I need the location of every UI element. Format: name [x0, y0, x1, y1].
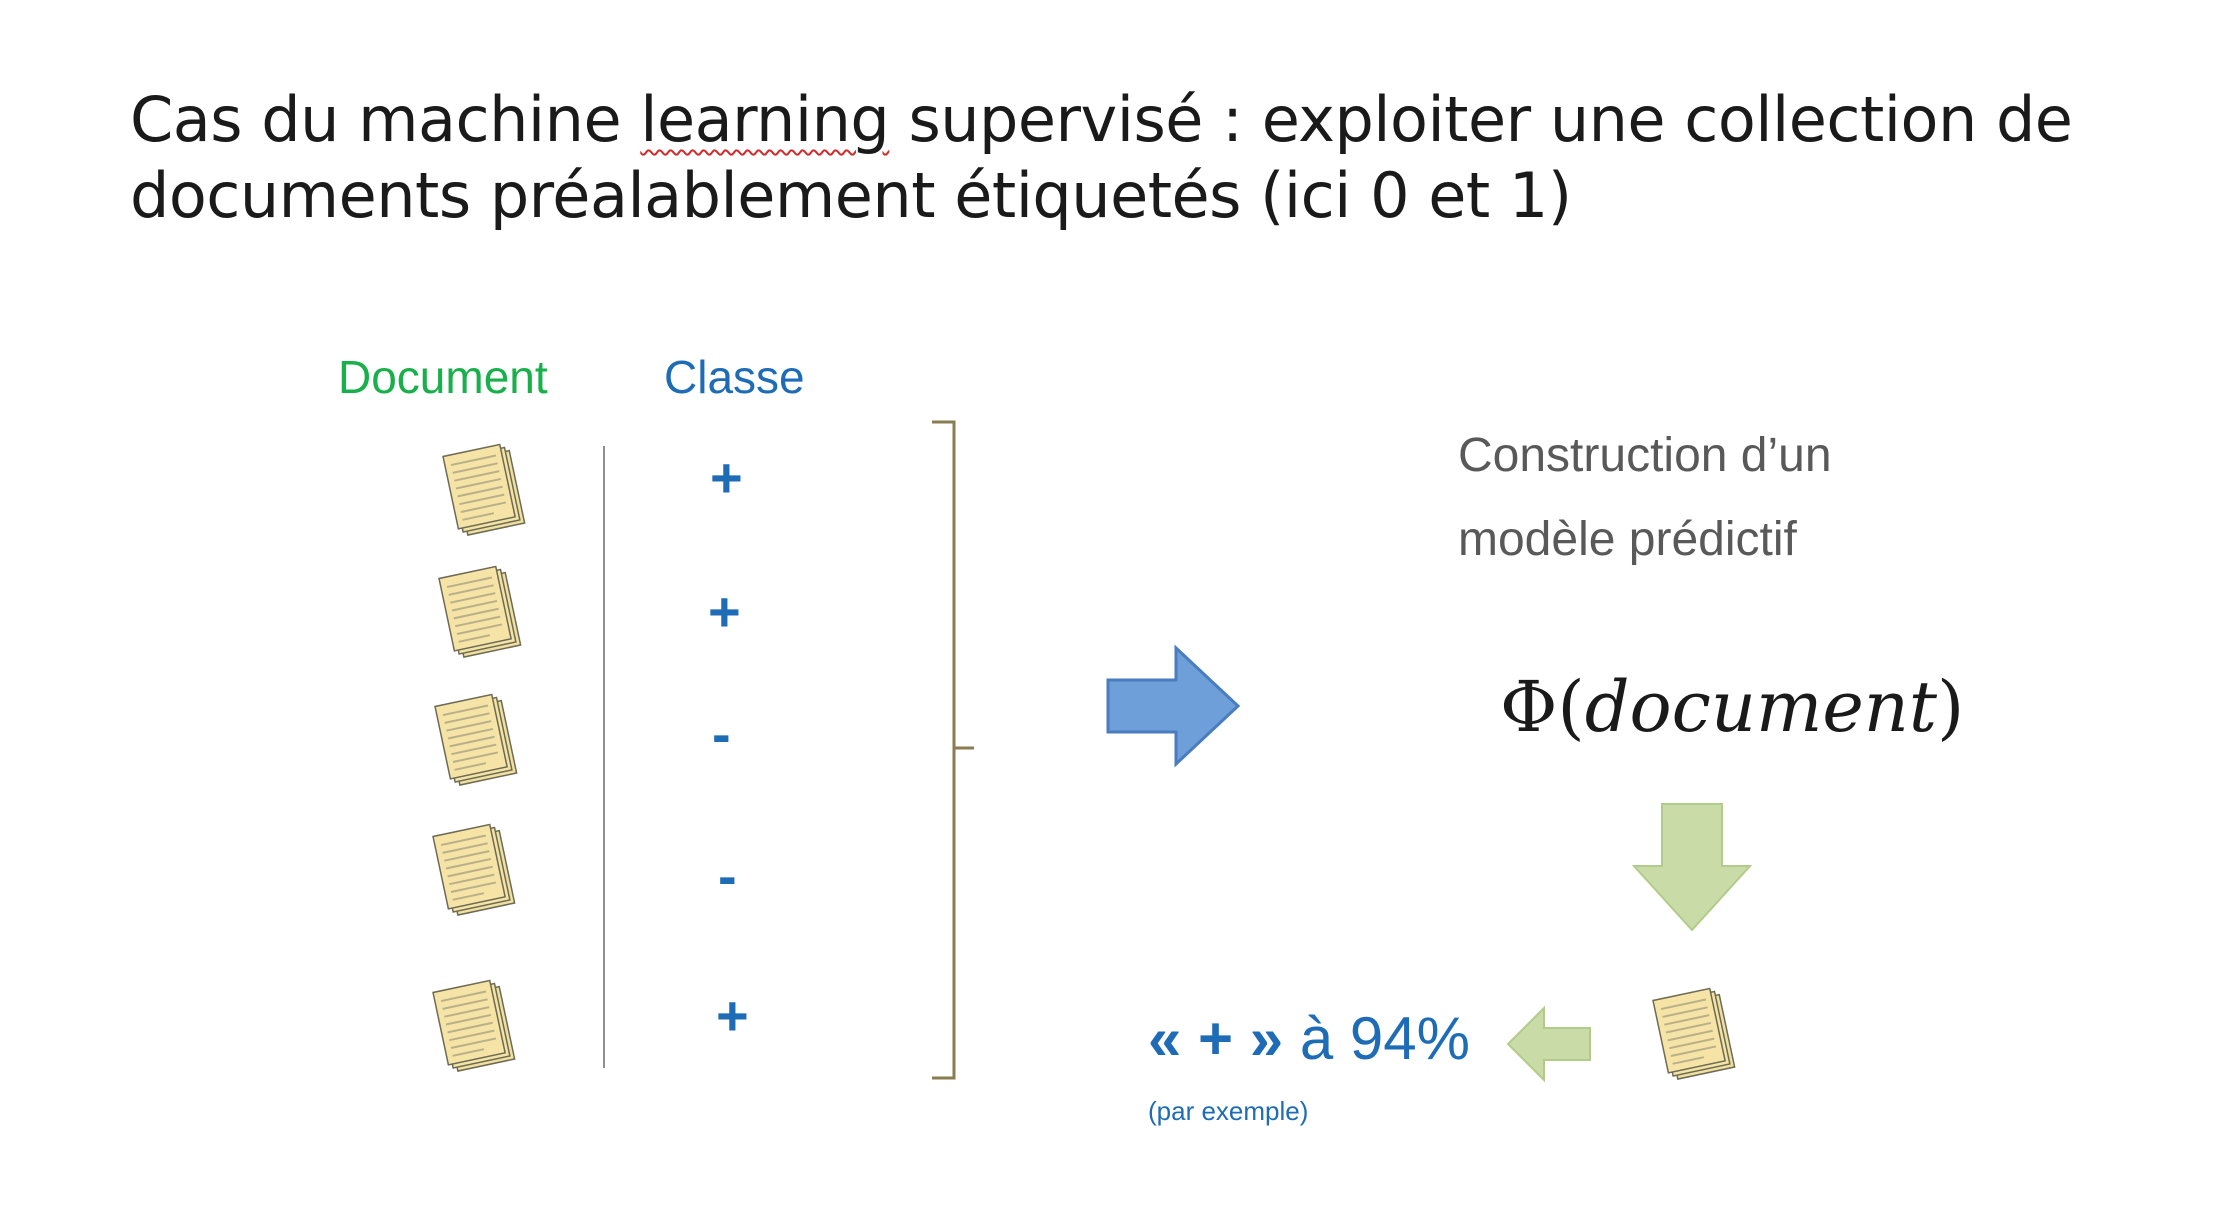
model-construction-caption: Construction d’un modèle prédictif — [1458, 429, 1832, 566]
document-stack-icon — [432, 977, 516, 1074]
class-label: + — [710, 446, 743, 509]
arrow-right-icon — [1106, 644, 1241, 768]
class-label: + — [708, 580, 741, 643]
title-line-1: Cas du machine learning supervisé : expl… — [130, 83, 2073, 156]
arrow-left-icon — [1506, 1005, 1591, 1083]
example-note: (par exemple) — [1148, 1096, 1309, 1126]
class-label: - — [718, 844, 737, 907]
spellcheck-flagged-word: learning — [640, 83, 890, 156]
title-line-2: documents préalablement étiquetés (ici 0… — [130, 159, 1572, 232]
class-label: - — [712, 702, 731, 765]
document-stack-icon — [442, 441, 526, 538]
class-label: + — [716, 984, 749, 1047]
class-column-header: Classe — [664, 351, 805, 403]
right-brace — [932, 420, 974, 1080]
column-divider — [603, 446, 605, 1068]
document-column-header: Document — [338, 351, 548, 403]
document-stack-icon — [438, 563, 522, 660]
prediction-result: « + » à 94% — [1148, 1005, 1470, 1072]
document-stack-icon — [1652, 985, 1736, 1082]
document-stack-icon — [432, 821, 516, 918]
slide-title: Cas du machine learning supervisé : expl… — [130, 82, 2110, 234]
arrow-down-icon — [1631, 803, 1753, 932]
document-stack-icon — [434, 691, 518, 788]
predictive-function: Φ(document) — [1500, 666, 1965, 748]
